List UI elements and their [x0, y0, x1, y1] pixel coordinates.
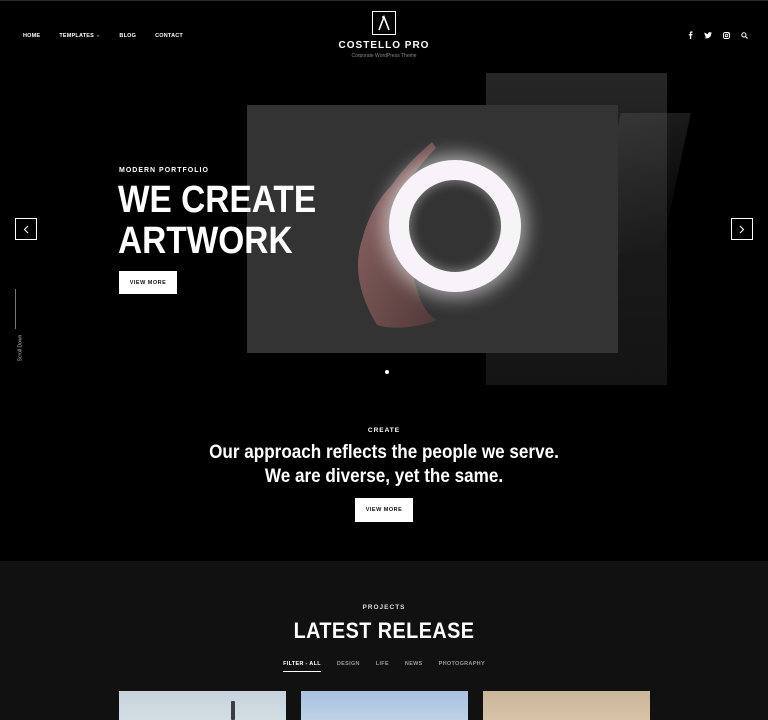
projects-eyebrow: PROJECTS	[362, 604, 406, 611]
project-card[interactable]	[301, 691, 468, 720]
site-logo[interactable]: COSTELLO PRO Corporate WordPress Theme	[334, 11, 434, 59]
project-filters: FILTER - ALL DESIGN LIFE NEWS PHOTOGRAPH…	[0, 661, 768, 672]
facebook-icon[interactable]	[688, 31, 693, 39]
nav-contact[interactable]: CONTACT	[155, 33, 183, 39]
search-icon[interactable]	[741, 31, 748, 39]
hero-title-line1: WE CREATE	[118, 179, 317, 221]
main-nav: HOME TEMPLATES ⌄ BLOG CONTACT	[23, 32, 183, 40]
approach-line2: We are diverse, yet the same.	[264, 466, 504, 487]
filter-design[interactable]: DESIGN	[337, 661, 360, 672]
scroll-down-link[interactable]: Scroll Down	[17, 335, 23, 362]
hero-title: WE CREATE ARTWORK	[118, 180, 316, 262]
projects-title: LATEST RELEASE	[293, 618, 475, 643]
nav-blog-label: BLOG	[119, 33, 137, 39]
project-thumbnail	[231, 701, 235, 720]
instagram-icon[interactable]	[723, 31, 730, 39]
nav-home[interactable]: HOME	[23, 33, 40, 39]
nav-contact-label: CONTACT	[155, 33, 183, 39]
chevron-right-icon	[739, 225, 745, 233]
ring-light	[389, 160, 521, 292]
hero-eyebrow: MODERN PORTFOLIO	[119, 167, 209, 174]
nav-templates-label: TEMPLATES	[59, 33, 95, 39]
approach-line1: Our approach reflects the people we serv…	[209, 442, 559, 463]
approach-eyebrow: CREATE	[367, 427, 401, 434]
projects-section: PROJECTS LATEST RELEASE FILTER - ALL DES…	[0, 561, 768, 720]
slider-prev-button[interactable]	[15, 218, 37, 240]
logo-mark-icon	[372, 11, 396, 35]
filter-life[interactable]: LIFE	[376, 661, 389, 672]
approach-view-more-button[interactable]: VIEW MORE	[355, 498, 413, 522]
approach-heading: Our approach reflects the people we serv…	[38, 441, 729, 489]
slider-dot[interactable]	[385, 370, 389, 374]
slider-next-button[interactable]	[731, 218, 753, 240]
logo-subtitle: Corporate WordPress Theme	[351, 53, 417, 59]
nav-templates[interactable]: TEMPLATES ⌄	[59, 32, 101, 40]
project-card[interactable]	[483, 691, 650, 720]
logo-title: COSTELLO PRO	[338, 40, 430, 51]
twitter-icon[interactable]	[704, 31, 712, 39]
nav-home-label: HOME	[23, 33, 41, 39]
social-links	[688, 31, 748, 39]
filter-photography[interactable]: PHOTOGRAPHY	[439, 661, 485, 672]
filter-news[interactable]: NEWS	[405, 661, 423, 672]
hero-title-line2: ARTWORK	[118, 220, 293, 262]
hero-view-more-button[interactable]: VIEW MORE	[119, 271, 177, 294]
project-card[interactable]	[119, 691, 286, 720]
filter-all[interactable]: FILTER - ALL	[283, 661, 321, 672]
chevron-down-icon: ⌄	[96, 32, 101, 39]
top-border	[0, 0, 768, 1]
chevron-left-icon	[23, 225, 29, 233]
scroll-indicator-line	[15, 289, 16, 329]
nav-blog[interactable]: BLOG	[119, 33, 136, 39]
